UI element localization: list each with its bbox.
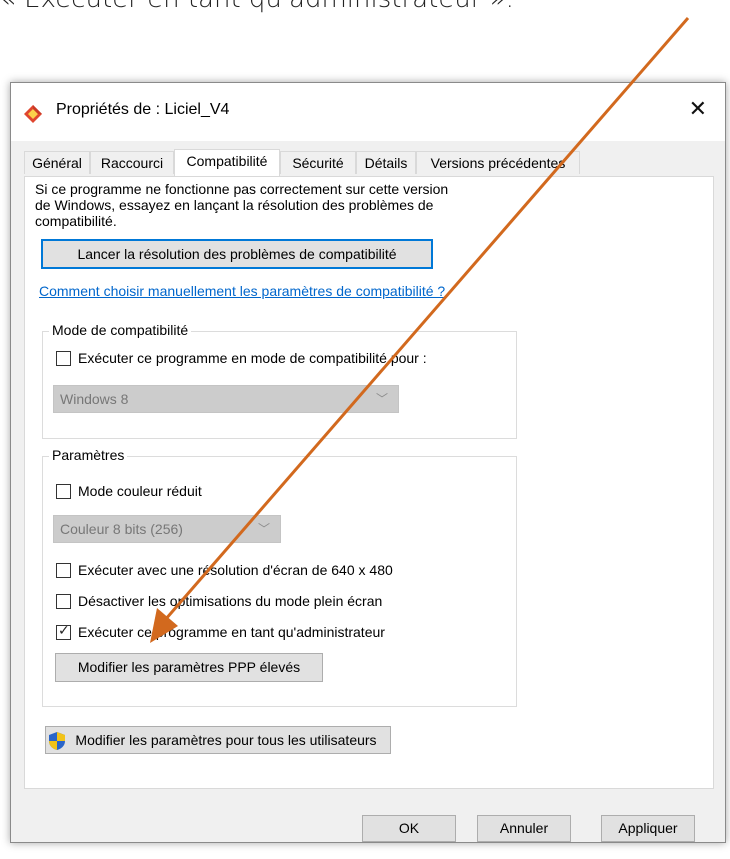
compat-mode-checkbox[interactable]: [56, 351, 71, 366]
all-users-label: Modifier les paramètres pour tous les ut…: [75, 732, 377, 748]
admin-label: Exécuter ce programme en tant qu'adminis…: [78, 624, 385, 640]
properties-dialog: Propriétés de : Liciel_V4 ✕ Général Racc…: [10, 82, 726, 843]
compat-mode-label: Exécuter ce programme en mode de compati…: [78, 350, 427, 366]
dpi-settings-button[interactable]: Modifier les paramètres PPP élevés: [55, 653, 323, 682]
color-depth-value: Couleur 8 bits (256): [60, 521, 183, 537]
chevron-down-icon: ﹀: [257, 522, 270, 536]
reduced-color-checkbox[interactable]: [56, 484, 71, 499]
intro-text-line3: compatibilité.: [35, 213, 117, 229]
title-bar: Propriétés de : Liciel_V4 ✕: [11, 83, 725, 141]
tab-compatibility[interactable]: Compatibilité: [174, 149, 280, 176]
chevron-down-icon: ﹀: [375, 392, 388, 406]
windows-version-value: Windows 8: [60, 391, 129, 407]
compat-mode-legend: Mode de compatibilité: [49, 322, 192, 338]
windows-version-select[interactable]: Windows 8 ﹀: [53, 385, 399, 413]
color-depth-select[interactable]: Couleur 8 bits (256) ﹀: [53, 515, 281, 543]
admin-checkbox[interactable]: ✓: [56, 623, 71, 640]
checkmark-icon: ✓: [58, 623, 70, 639]
app-icon: [24, 105, 42, 123]
uac-shield-icon: [49, 732, 65, 750]
compatibility-panel: Si ce programme ne fonctionne pas correc…: [24, 176, 714, 789]
apply-button[interactable]: Appliquer: [601, 815, 695, 842]
close-icon[interactable]: ✕: [689, 97, 707, 122]
settings-group: Paramètres Mode couleur réduit Couleur 8…: [42, 447, 517, 707]
manual-settings-link[interactable]: Comment choisir manuellement les paramèt…: [39, 283, 445, 299]
troubleshoot-button[interactable]: Lancer la résolution des problèmes de co…: [41, 239, 433, 269]
tab-previous-versions[interactable]: Versions précédentes: [416, 151, 580, 174]
all-users-button[interactable]: Modifier les paramètres pour tous les ut…: [45, 726, 391, 754]
window-title: Propriétés de : Liciel_V4: [56, 101, 230, 118]
resolution-label: Exécuter avec une résolution d'écran de …: [78, 562, 393, 578]
resolution-checkbox[interactable]: [56, 563, 71, 578]
settings-legend: Paramètres: [49, 447, 128, 463]
tab-shortcut[interactable]: Raccourci: [90, 151, 174, 174]
tab-security[interactable]: Sécurité: [280, 151, 356, 174]
fullscreen-checkbox[interactable]: [56, 594, 71, 609]
ok-button[interactable]: OK: [362, 815, 456, 842]
compat-mode-group: Mode de compatibilité Exécuter ce progra…: [42, 322, 517, 439]
intro-text-line2: de Windows, essayez en lançant la résolu…: [35, 197, 434, 213]
intro-text-line1: Si ce programme ne fonctionne pas correc…: [35, 181, 449, 197]
tab-details[interactable]: Détails: [356, 151, 416, 174]
fullscreen-label: Désactiver les optimisations du mode ple…: [78, 593, 383, 609]
tab-general[interactable]: Général: [24, 151, 90, 174]
cancel-button[interactable]: Annuler: [477, 815, 571, 842]
reduced-color-label: Mode couleur réduit: [78, 483, 202, 499]
caption-text: « Exécuter en tant qu'administrateur ».: [0, 0, 514, 14]
